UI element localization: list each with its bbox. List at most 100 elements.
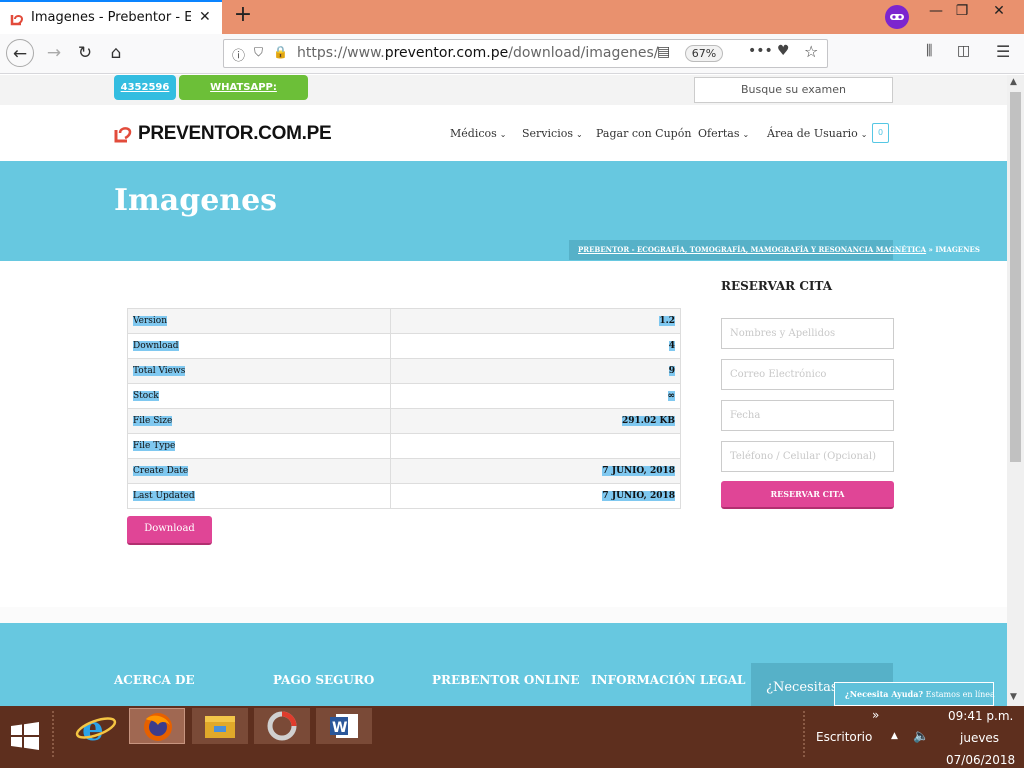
desktop-toolbar-label[interactable]: Escritorio [816,730,872,744]
reservation-title: RESERVAR CITA [721,279,833,293]
menu-medicos[interactable]: Médicos ⌄ [450,127,506,140]
table-row: Version 1.2 [127,308,681,334]
footer-heading-legal: INFORMACIÓN LEGAL [591,673,746,687]
row-label: Create Date [133,466,189,476]
url-text[interactable]: https://www.preventor.com.pe/download/im… [297,45,658,61]
footer-heading-payment: PAGO SEGURO [273,673,375,687]
zoom-level[interactable]: 67% [685,45,723,62]
email-field[interactable]: Correo Electrónico [721,359,894,390]
svg-text:e: e [82,710,104,746]
row-label: Stock [133,391,159,401]
table-row: Create Date 7 JUNIO, 2018 [127,458,681,484]
home-icon[interactable]: ⌂ [102,39,130,67]
row-value: 7 JUNIO, 2018 [602,491,675,501]
tab-close-icon[interactable]: ✕ [199,9,211,25]
taskbar-grip [52,711,56,757]
row-label: File Size [133,416,173,426]
logo-icon[interactable] [114,123,134,143]
phone-link[interactable]: 4352596 [114,75,176,100]
table-row: Download 4 [127,333,681,359]
row-value: 7 JUNIO, 2018 [602,466,675,476]
file-explorer-icon[interactable] [192,708,248,744]
app-ring-icon[interactable] [254,708,310,744]
download-button[interactable]: Download [127,516,212,545]
chevron-down-icon: ⌄ [575,130,583,139]
name-field[interactable]: Nombres y Apellidos [721,318,894,349]
row-label: Total Views [133,366,186,376]
scroll-down-icon[interactable]: ▼ [1010,692,1017,702]
footer-spacer [0,607,1007,623]
row-label: Download [133,341,179,351]
toolbar-overflow-icon[interactable]: » [872,708,879,722]
lock-icon: 🔒 [273,45,288,59]
browser-tab[interactable]: Imagenes - Prebentor - Ecograf ✕ [0,0,222,34]
back-icon[interactable]: ← [6,39,34,67]
reload-icon[interactable]: ↻ [71,39,99,67]
menu-ofertas[interactable]: Ofertas ⌄ [698,127,749,140]
reader-view-icon[interactable]: ▤ [657,44,670,60]
breadcrumb-home-link[interactable]: PREBENTOR - ECOGRAFÍA, TOMOGRAFÍA, MAMOG… [578,245,926,254]
site-favicon-icon [10,15,24,26]
new-tab-icon[interactable]: + [232,4,254,28]
download-info-table: Version 1.2 Download 4 Total Views 9 Stock ∞… [127,308,681,509]
tab-title: Imagenes - Prebentor - Ecograf [31,10,191,25]
help-heading: ¿Necesitas [766,680,838,695]
menu-servicios[interactable]: Servicios ⌄ [522,127,583,140]
pocket-icon[interactable]: ♥ [777,43,790,59]
library-icon[interactable]: ⫼ [926,43,932,59]
restore-icon[interactable]: ❐ [950,3,974,25]
svg-text:W: W [332,720,347,736]
windows-start-icon[interactable] [11,722,39,750]
window-close-icon[interactable]: ✕ [987,3,1011,25]
scrollbar-thumb[interactable] [1010,92,1021,462]
date-field[interactable]: Fecha [721,400,894,431]
volume-icon[interactable]: 🔈 [913,729,929,744]
scroll-up-icon[interactable]: ▲ [1010,77,1017,87]
firefox-taskbar-button[interactable] [129,708,185,744]
minimize-icon[interactable]: — [924,3,948,25]
table-row: Total Views 9 [127,358,681,384]
footer-heading-online: PREBENTOR ONLINE [432,673,580,687]
menu-area-de-usuario[interactable]: Área de Usuario ⌄ [767,127,867,140]
phone-field[interactable]: Teléfono / Celular (Opcional) [721,441,894,472]
clock-time[interactable]: 09:41 p.m. [948,709,1013,723]
row-value: 291.02 KB [621,416,675,426]
chevron-down-icon: ⌄ [860,130,868,139]
row-value: 1.2 [659,316,675,326]
whatsapp-link[interactable]: WHATSAPP: 991190194 [179,75,308,118]
row-label: Last Updated [133,491,195,501]
row-value: ∞ [667,391,675,401]
tracking-shield-icon[interactable]: ⛉ [254,45,263,60]
forward-icon[interactable]: → [40,39,68,67]
breadcrumb: PREBENTOR - ECOGRAFÍA, TOMOGRAFÍA, MAMOG… [569,240,980,260]
internet-explorer-icon[interactable]: e [70,709,122,749]
clock-date[interactable]: 07/06/2018 [946,753,1015,767]
footer-heading-about: ACERCA DE [114,673,195,687]
clock-day[interactable]: jueves [960,731,999,745]
cart-icon[interactable]: 0 [872,123,889,143]
table-row: File Size 291.02 KB [127,408,681,434]
show-hidden-icons-icon[interactable]: ▲ [891,731,898,741]
chevron-down-icon: ⌄ [742,130,750,139]
row-label: Version [133,316,168,326]
page-actions-icon[interactable]: ••• [748,43,773,59]
logo-text[interactable]: PREVENTOR.COM.PE [138,123,332,145]
info-icon[interactable]: ⓘ [232,45,245,64]
menu-hamburger-icon[interactable]: ☰ [996,42,1010,61]
private-browsing-icon [885,5,909,29]
table-row: File Type [127,433,681,459]
breadcrumb-current: IMAGENES [935,245,980,254]
row-label: File Type [133,441,176,451]
menu-pagar-con-cupon[interactable]: Pagar con Cupón [596,127,691,140]
search-input[interactable]: Busque su examen [694,77,893,103]
row-value: 9 [668,366,675,376]
taskbar-grip [803,711,807,757]
chevron-down-icon: ⌄ [499,130,507,139]
reserve-button[interactable]: RESERVAR CITA [721,481,894,509]
chat-widget[interactable]: ¿Necesita Ayuda? Estamos en línea [834,682,995,706]
bookmark-star-icon[interactable]: ☆ [804,42,818,61]
table-row: Stock ∞ [127,383,681,409]
word-icon[interactable]: W [316,708,372,744]
sidebar-icon[interactable]: ◫ [957,43,970,59]
page-title: Imagenes [114,183,278,218]
